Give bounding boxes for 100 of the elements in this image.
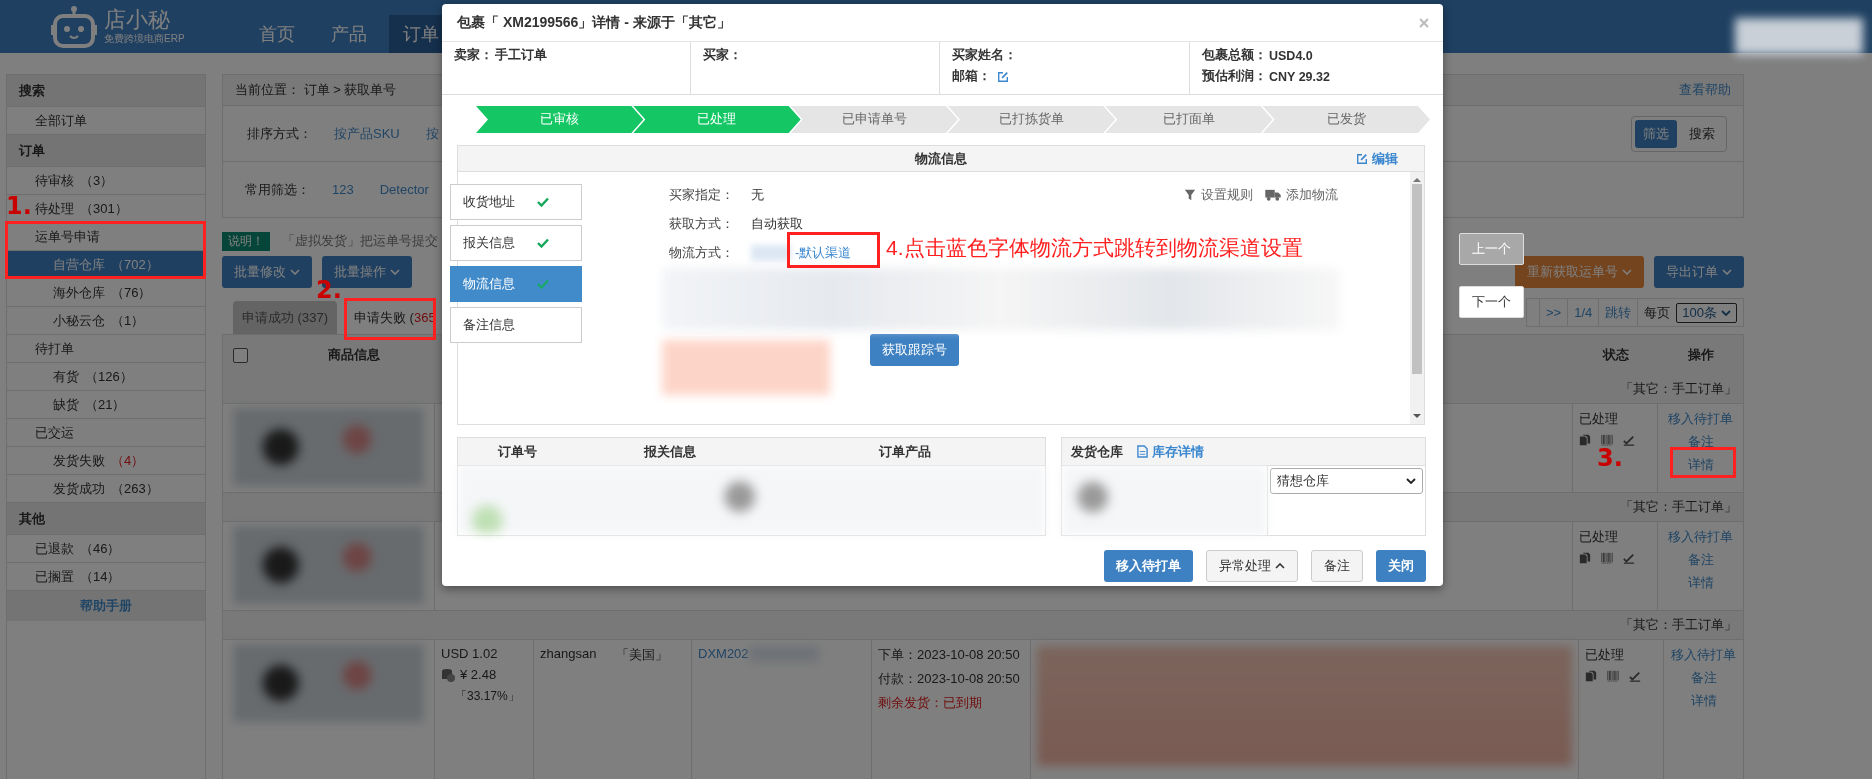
order-status: 已处理	[1579, 410, 1619, 428]
section-tab[interactable]: 备注信息	[450, 307, 582, 343]
order-source: 「其它：手工订单」	[1620, 616, 1737, 634]
sidebar-item[interactable]: 待审核 （3）	[7, 167, 205, 195]
logistics-action[interactable]: 添加物流	[1265, 186, 1338, 204]
logistics-action[interactable]: 设置规则	[1184, 186, 1253, 204]
mode-tab[interactable]: 搜索	[1681, 119, 1723, 148]
section-tab[interactable]: 报关信息	[450, 225, 582, 261]
dropdown-button[interactable]: 导出订单	[1654, 256, 1744, 288]
section-tab[interactable]: 物流信息	[450, 266, 582, 302]
row-action-link[interactable]: 备注	[1687, 551, 1714, 569]
annotation-number: 3.	[1597, 444, 1623, 472]
logo-name: 店小秘	[104, 7, 171, 32]
barcode-icon[interactable]	[1601, 434, 1613, 446]
get-tracking-button[interactable]: 获取跟踪号	[870, 334, 959, 366]
barcode-icon[interactable]	[1601, 552, 1613, 564]
per-page-label: 每页	[1644, 304, 1671, 322]
stock-details-link[interactable]: 库存详情	[1137, 442, 1204, 461]
filter-option[interactable]: 123	[332, 182, 354, 197]
scrollbar[interactable]	[1410, 172, 1424, 424]
shipping-method-link[interactable]: -默认渠道	[795, 244, 852, 262]
column-header: 订单号	[496, 442, 538, 461]
help-link[interactable]: 查看帮助	[1679, 81, 1731, 99]
dialog-button[interactable]: 备注	[1311, 550, 1363, 582]
sidebar-item[interactable]: 缺货 （21）	[7, 391, 205, 419]
sidebar-item[interactable]: 自营仓库 （702）	[7, 251, 205, 279]
sign-icon[interactable]	[1623, 434, 1635, 446]
order-time: 下单：2023-10-08 20:50	[878, 646, 1021, 664]
ship-deadline: 剩余发货：已到期	[878, 694, 983, 712]
sidebar-item[interactable]: 待打单	[7, 335, 205, 363]
order-amount: USD 1.02	[441, 646, 499, 661]
pager-button[interactable]: 下一个	[1459, 286, 1524, 318]
row-action-link[interactable]: 移入待打单	[1668, 528, 1733, 546]
column-header: 状态	[1601, 346, 1630, 364]
copy-icon[interactable]	[1579, 434, 1591, 446]
blurred-area	[751, 245, 791, 261]
column-header: 操作	[1686, 346, 1715, 364]
sidebar-item[interactable]: 已交运	[7, 419, 205, 447]
payment-time: 付款：2023-10-08 20:50	[878, 670, 1021, 688]
dialog-button[interactable]: 关闭	[1376, 550, 1426, 582]
sidebar-item[interactable]: 海外仓库 （76）	[7, 279, 205, 307]
progress-step: 已处理	[633, 106, 801, 133]
row-action-link[interactable]: 备注	[1690, 669, 1717, 687]
column-header: 商品信息	[328, 346, 380, 364]
dialog-button[interactable]: 移入待打单	[1104, 550, 1193, 582]
warehouse-title: 发货仓库	[1071, 442, 1123, 461]
mode-tab[interactable]: 筛选	[1635, 119, 1677, 148]
order-number-link[interactable]: DXM202	[698, 646, 749, 774]
breadcrumb: 当前位置： 订单 > 获取单号	[235, 81, 397, 99]
sign-icon[interactable]	[1629, 670, 1641, 682]
nav-tab[interactable]: 产品	[316, 15, 381, 53]
field-label: 买家指定：	[669, 186, 735, 204]
nav-tab[interactable]: 首页	[244, 15, 309, 53]
sort-option[interactable]: 按	[425, 124, 439, 143]
page-indicator: 1/4	[1567, 299, 1599, 326]
progress-step: 已打面单	[1105, 106, 1273, 133]
copy-icon[interactable]	[1585, 670, 1597, 682]
section-tab[interactable]: 收货地址	[450, 184, 582, 220]
buyer-name: zhangsan	[540, 646, 597, 663]
sidebar-item[interactable]: 已退款 （46）	[7, 535, 205, 563]
sidebar-item[interactable]: 有货 （126）	[7, 363, 205, 391]
progress-step: 已申请单号	[790, 106, 958, 133]
next-page-link[interactable]: >>	[1539, 299, 1568, 326]
select-all-checkbox[interactable]	[233, 347, 248, 363]
per-page-select[interactable]: 100条	[1676, 302, 1737, 323]
row-action-link[interactable]: 备注	[1687, 433, 1714, 451]
caret-icon	[290, 269, 300, 275]
column-header: 报关信息	[642, 442, 697, 461]
help-link[interactable]: 帮助手册	[7, 591, 205, 621]
check-icon	[537, 197, 549, 207]
progress-step: 已审核	[476, 106, 644, 133]
sidebar-item[interactable]: 发货失败 （4）	[7, 447, 205, 475]
row-action-link[interactable]: 详情	[1690, 692, 1717, 710]
field-value: 自动获取	[751, 215, 803, 233]
edit-link[interactable]: 编辑	[1352, 149, 1398, 168]
field-label: 物流方式：	[669, 244, 735, 262]
warehouse-select[interactable]: 猜想仓库	[1270, 468, 1423, 494]
barcode-icon[interactable]	[1607, 670, 1619, 682]
row-action-link[interactable]: 移入待打单	[1668, 410, 1733, 428]
dialog-button[interactable]: 异常处理	[1206, 550, 1298, 582]
coins-icon	[441, 667, 455, 682]
copy-icon[interactable]	[1579, 552, 1591, 564]
sidebar-heading: 订单	[7, 135, 205, 167]
filter-option[interactable]: Detector	[379, 182, 429, 197]
edit-icon[interactable]	[997, 70, 1009, 83]
row-action-link[interactable]: 详情	[1687, 456, 1714, 474]
info-label: 预估利润：	[1202, 68, 1267, 85]
notice-badge: 说明！	[222, 231, 270, 251]
row-action-link[interactable]: 移入待打单	[1671, 646, 1736, 664]
row-action-link[interactable]: 详情	[1687, 574, 1714, 592]
sort-option[interactable]: 按产品SKU	[334, 124, 400, 143]
caret-icon	[1406, 478, 1416, 484]
annotation-text: 4.点击蓝色字体物流方式跳转到物流渠道设置	[886, 235, 1303, 261]
jump-link[interactable]: 跳转	[1598, 299, 1638, 326]
batch-button[interactable]: 批量修改	[222, 256, 312, 288]
sign-icon[interactable]	[1623, 552, 1635, 564]
highlight-box	[1670, 447, 1736, 478]
sidebar-item[interactable]: 小秘云仓 （1）	[7, 307, 205, 335]
notice-text: 「虚拟发货」把运单号提交	[282, 232, 438, 250]
dropdown-button[interactable]: 重新获取运单号	[1515, 256, 1644, 288]
